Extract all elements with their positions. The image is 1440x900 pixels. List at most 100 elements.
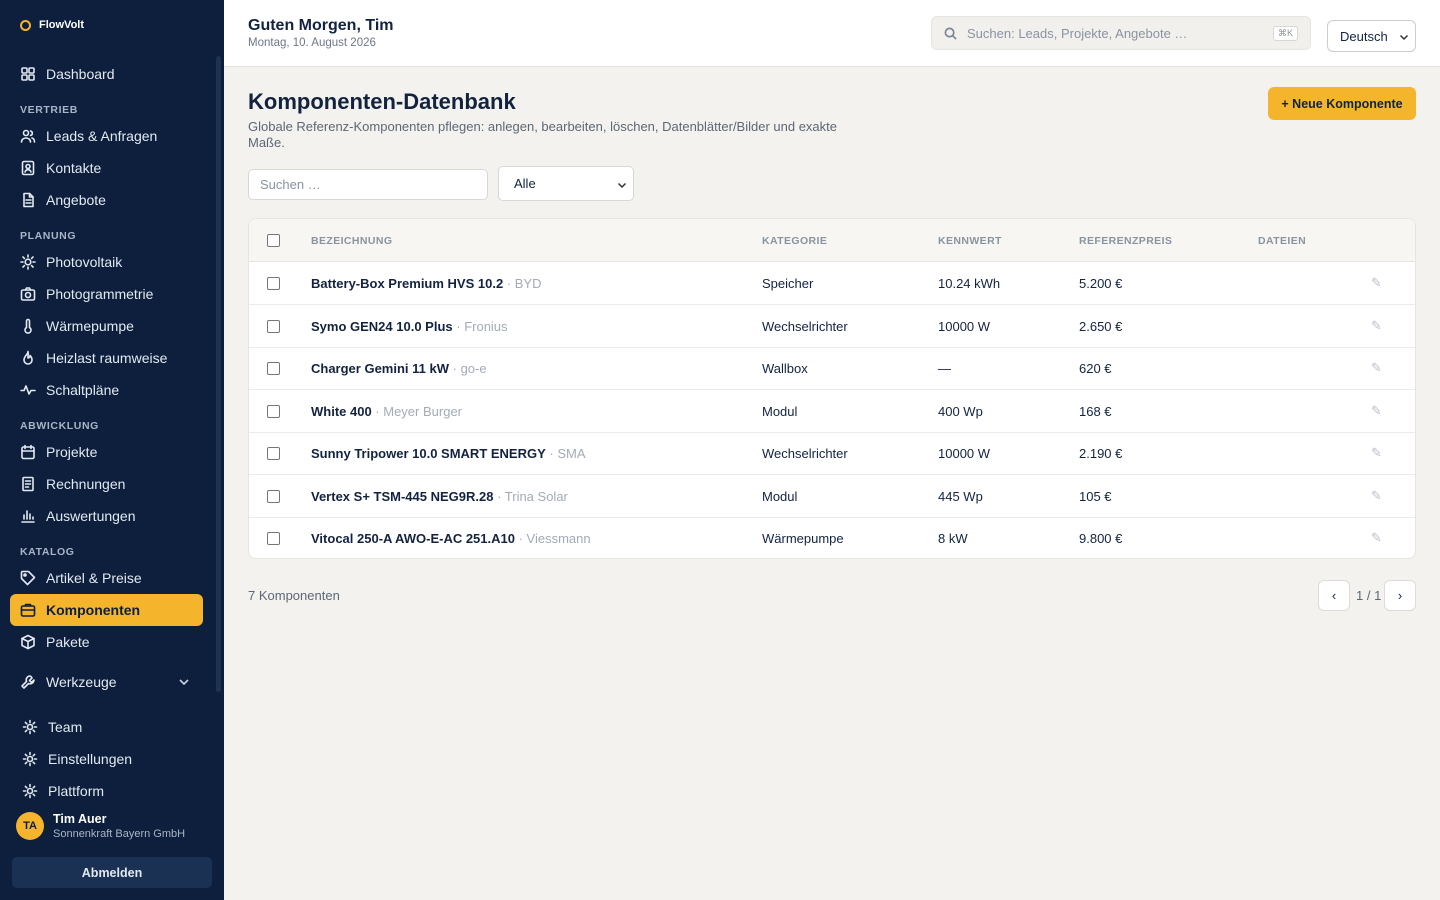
- sidebar-item-schaltplaene[interactable]: Schaltpläne: [10, 374, 203, 406]
- edit-icon[interactable]: ✎: [1371, 318, 1382, 334]
- component-name[interactable]: Battery-Box Premium HVS 10.2: [311, 276, 503, 291]
- column-header-referenzpreis[interactable]: REFERENZPREIS: [1079, 235, 1172, 247]
- user-profile[interactable]: TA Tim Auer Sonnenkraft Bayern GmbH: [16, 812, 185, 840]
- sidebar-item-einstellungen[interactable]: Einstellungen: [10, 743, 203, 775]
- manufacturer: Meyer Burger: [383, 403, 462, 419]
- cell-referenzpreis: 620 €: [1079, 361, 1112, 376]
- prev-page-button[interactable]: ‹: [1318, 580, 1350, 611]
- sidebar-item-angebote[interactable]: Angebote: [10, 184, 203, 216]
- sidebar-scrollbar[interactable]: [216, 56, 221, 692]
- table-row[interactable]: White 400 · Meyer Burger Modul 400 Wp 168 €…: [249, 390, 1415, 433]
- category-filter-select[interactable]: Alle: [498, 166, 634, 201]
- component-name[interactable]: Sunny Tripower 10.0 SMART ENERGY: [311, 446, 546, 461]
- app-name: FlowVolt: [39, 19, 85, 31]
- logout-button[interactable]: Abmelden: [12, 857, 212, 888]
- section-abwicklung: ABWICKLUNG: [20, 420, 99, 432]
- manufacturer: BYD: [514, 276, 542, 291]
- component-name[interactable]: White 400: [311, 404, 372, 419]
- component-name[interactable]: Charger Gemini 11 kW: [311, 361, 449, 376]
- component-name[interactable]: Symo GEN24 10.0 Plus: [311, 319, 453, 334]
- global-search-input[interactable]: Suchen: Leads, Projekte, Angebote … ⌘K: [931, 16, 1311, 50]
- table-row[interactable]: Vertex S+ TSM-445 NEG9R.28 · Trina Solar…: [249, 475, 1415, 518]
- next-page-button[interactable]: ›: [1384, 580, 1416, 611]
- table-row[interactable]: Battery-Box Premium HVS 10.2 · BYD Speich…: [249, 262, 1415, 305]
- row-checkbox[interactable]: [267, 447, 280, 460]
- component-name[interactable]: Vitocal 250-A AWO-E-AC 251.A10: [311, 531, 515, 546]
- cell-kennwert: —: [938, 361, 951, 376]
- gear-icon: [22, 751, 38, 767]
- row-checkbox[interactable]: [267, 404, 280, 418]
- edit-icon[interactable]: ✎: [1371, 275, 1382, 291]
- edit-icon[interactable]: ✎: [1371, 488, 1382, 504]
- component-name[interactable]: Vertex S+ TSM-445 NEG9R.28: [311, 489, 493, 504]
- row-checkbox[interactable]: [267, 489, 280, 503]
- table-row[interactable]: Vitocal 250-A AWO-E-AC 251.A10 · Viessma…: [249, 517, 1415, 558]
- section-planung: PLANUNG: [20, 230, 77, 242]
- tag-icon: [20, 570, 36, 586]
- separator: ·: [452, 318, 465, 334]
- cell-bezeichnung: White 400 · Meyer Burger: [311, 404, 462, 419]
- cell-referenzpreis: 2.650 €: [1079, 318, 1123, 334]
- brand[interactable]: FlowVolt: [20, 19, 84, 31]
- language-select[interactable]: Deutsch: [1327, 20, 1416, 52]
- sidebar-item-label: Auswertungen: [46, 508, 136, 524]
- cell-kennwert: 445 Wp: [938, 488, 983, 504]
- sidebar-item-label: Angebote: [46, 192, 106, 208]
- chevron-down-icon[interactable]: [177, 675, 191, 689]
- user-name: Tim Auer: [53, 812, 107, 826]
- page-subtitle: Globale Referenz-Komponenten pflegen: an…: [248, 119, 838, 150]
- page-indicator: 1 / 1: [1356, 588, 1382, 603]
- column-header-kategorie[interactable]: KATEGORIE: [762, 235, 827, 247]
- row-checkbox[interactable]: [267, 319, 280, 333]
- cell-kennwert: 10.24 kWh: [938, 276, 1001, 291]
- sidebar-item-projekte[interactable]: Projekte: [10, 436, 203, 468]
- cell-kategorie: Modul: [762, 488, 798, 504]
- sidebar-item-label: Dashboard: [46, 66, 115, 82]
- contact-icon: [20, 160, 36, 176]
- cell-referenzpreis: 168 €: [1079, 403, 1112, 419]
- table-row[interactable]: Sunny Tripower 10.0 SMART ENERGY · SMA We…: [249, 432, 1415, 475]
- sidebar-item-photovoltaik[interactable]: Photovoltaik: [10, 246, 203, 278]
- component-search-input[interactable]: [248, 169, 488, 200]
- edit-icon[interactable]: ✎: [1371, 445, 1382, 461]
- receipt-icon: [20, 476, 36, 492]
- table-row[interactable]: Charger Gemini 11 kW · go-e Wallbox — 620 €…: [249, 347, 1415, 390]
- sidebar-item-leads[interactable]: Leads & Anfragen: [10, 120, 203, 152]
- edit-icon[interactable]: ✎: [1371, 530, 1382, 546]
- sidebar-item-dashboard[interactable]: Dashboard: [10, 58, 203, 90]
- separator: ·: [503, 276, 515, 291]
- sidebar-item-label: Photovoltaik: [46, 254, 123, 270]
- sidebar-item-waermepumpe[interactable]: Wärmepumpe: [10, 310, 203, 342]
- edit-icon[interactable]: ✎: [1371, 403, 1382, 419]
- row-checkbox[interactable]: [267, 277, 280, 290]
- sidebar-item-plattform[interactable]: Plattform: [10, 775, 203, 807]
- sidebar-item-heizlast[interactable]: Heizlast raumweise: [10, 342, 203, 374]
- sidebar-item-werkzeuge[interactable]: Werkzeuge: [10, 666, 203, 698]
- column-header-bezeichnung[interactable]: BEZEICHNUNG: [311, 235, 392, 247]
- edit-icon[interactable]: ✎: [1371, 360, 1382, 376]
- manufacturer: Viessmann: [526, 531, 591, 546]
- sidebar-item-label: Kontakte: [46, 160, 102, 176]
- table-row[interactable]: Symo GEN24 10.0 Plus · Fronius Wechselric…: [249, 305, 1415, 348]
- logo-icon: [20, 19, 31, 31]
- row-checkbox[interactable]: [267, 532, 280, 545]
- row-checkbox[interactable]: [267, 362, 280, 375]
- sidebar-item-team[interactable]: Team: [10, 711, 203, 743]
- sidebar-item-rechnungen[interactable]: Rechnungen: [10, 468, 203, 500]
- sidebar-item-pakete[interactable]: Pakete: [10, 626, 203, 658]
- sidebar-item-kontakte[interactable]: Kontakte: [10, 152, 203, 184]
- sidebar-item-label: Team: [48, 719, 83, 735]
- sidebar-item-auswertungen[interactable]: Auswertungen: [10, 500, 203, 532]
- sidebar-item-artikel[interactable]: Artikel & Preise: [10, 562, 203, 594]
- column-header-kennwert[interactable]: KENNWERT: [938, 235, 1002, 247]
- camera-icon: [20, 286, 36, 302]
- sidebar-item-komponenten[interactable]: Komponenten: [10, 594, 203, 626]
- box-icon: [20, 602, 36, 618]
- cell-bezeichnung: Vitocal 250-A AWO-E-AC 251.A10 · Viessma…: [311, 531, 591, 546]
- activity-icon: [20, 382, 36, 398]
- cell-bezeichnung: Vertex S+ TSM-445 NEG9R.28 · Trina Solar: [311, 489, 568, 504]
- sidebar-item-photogrammetrie[interactable]: Photogrammetrie: [10, 278, 203, 310]
- sidebar-item-label: Pakete: [46, 634, 90, 650]
- new-component-button[interactable]: + Neue Komponente: [1268, 87, 1416, 120]
- select-all-checkbox[interactable]: [267, 234, 280, 247]
